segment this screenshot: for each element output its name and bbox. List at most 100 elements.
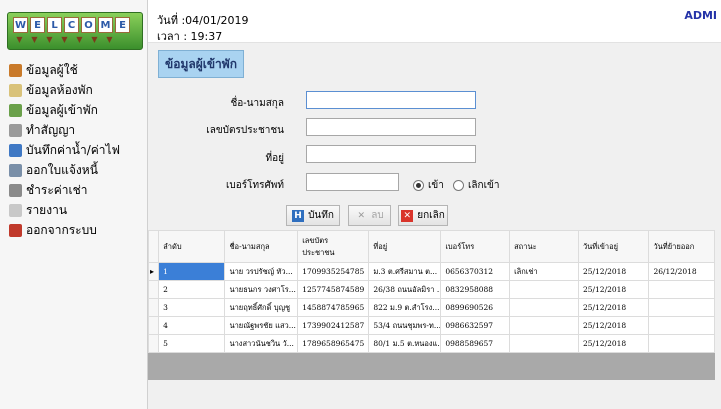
table-cell: 0656370312	[440, 262, 511, 281]
sidebar-item-label: ข้อมูลห้องพัก	[26, 82, 93, 97]
table-cell	[509, 280, 579, 299]
sidebar-item-room[interactable]: ข้อมูลห้องพัก	[9, 80, 120, 100]
table-cell: 0899690526	[440, 298, 511, 317]
report-icon	[9, 203, 22, 217]
logo-letter: W	[13, 17, 28, 33]
guest-icon	[9, 103, 22, 117]
radio-checkin[interactable]: เข้า	[413, 178, 444, 193]
row-header[interactable]	[147, 298, 160, 317]
table-cell: 25/12/2018	[577, 298, 650, 317]
contract-icon	[9, 123, 22, 137]
table-cell: 25/12/2018	[577, 316, 650, 335]
table-cell: นายฤทธิ์ศักดิ์ บุญชู	[224, 298, 299, 317]
table-row[interactable]: 4 นายณัฐพรชัย แสว... 1739902412587 53/4 ถนน…	[147, 316, 715, 335]
logo-letter: M	[98, 17, 113, 33]
sidebar-item-meter[interactable]: บันทึกค่าน้ำ/ค่าไฟ	[9, 140, 120, 160]
sidebar-item-contract[interactable]: ทำสัญญา	[9, 120, 120, 140]
logo-letter: O	[81, 17, 96, 33]
row-header[interactable]	[147, 334, 160, 353]
table-cell: 25/12/2018	[577, 262, 650, 281]
table-cell	[648, 316, 715, 335]
table-cell: 3	[158, 298, 226, 317]
logo-letter: L	[47, 17, 62, 33]
phone-input[interactable]	[306, 173, 399, 191]
table-row[interactable]: 5 นางสาวนันชวิน วั... 1789658965475 80/1 ม.…	[147, 334, 715, 353]
column-header[interactable]: เลขบัตร ประชาชน	[297, 230, 370, 263]
table-cell	[509, 334, 579, 353]
column-header[interactable]: วันที่ย้ายออก	[648, 230, 715, 263]
column-header[interactable]: ลำดับ	[158, 230, 226, 263]
table-cell: 80/1 ม.5 ต.หนองแ...	[368, 334, 442, 353]
sidebar-item-invoice[interactable]: ออกใบแจ้งหนี้	[9, 160, 120, 180]
sidebar-item-label: รายงาน	[26, 202, 68, 217]
idcard-label: เลขบัตรประชาชน	[206, 125, 284, 136]
name-input[interactable]	[306, 91, 476, 109]
radio-checkout-label: เลิกเข้า	[468, 180, 500, 191]
column-header[interactable]: ชื่อ-นามสกุล	[224, 230, 299, 263]
address-label: ที่อยู่	[265, 153, 284, 164]
radio-checkout[interactable]: เลิกเข้า	[453, 178, 499, 193]
logo-foot-decoration: ▼	[16, 35, 23, 44]
table-cell: 0986632597	[440, 316, 511, 335]
sidebar-item-label: ออกจากระบบ	[26, 222, 97, 237]
table-cell: 0832958088	[440, 280, 511, 299]
sidebar-menu: ข้อมูลผู้ใช้ข้อมูลห้องพักข้อมูลผู้เข้าพั…	[9, 60, 120, 240]
sidebar-item-guest[interactable]: ข้อมูลผู้เข้าพัก	[9, 100, 120, 120]
table-row[interactable]: 1นาย วรปรัชญ์ ทัว...1709935254785ม.3 ต.ศ…	[147, 262, 715, 281]
sidebar-item-logout[interactable]: ออกจากระบบ	[9, 220, 120, 240]
page-title: ข้อมูลผู้เข้าพัก	[158, 50, 244, 78]
sidebar-item-label: ข้อมูลผู้เข้าพัก	[26, 102, 98, 117]
sidebar-item-users[interactable]: ข้อมูลผู้ใช้	[9, 60, 120, 80]
row-header[interactable]	[147, 316, 160, 335]
row-header[interactable]	[147, 262, 160, 281]
welcome-logo: WELCOME ▼ ▼ ▼ ▼ ▼ ▼ ▼	[7, 12, 143, 50]
column-header[interactable]: เบอร์โทร	[440, 230, 511, 263]
column-header[interactable]: วันที่เข้าอยู่	[577, 230, 650, 263]
address-input[interactable]	[306, 145, 476, 163]
table-cell: 822 ม.9 ต.สำโรง...	[368, 298, 442, 317]
table-cell: 4	[158, 316, 226, 335]
table-cell	[648, 280, 715, 299]
logo-letter: E	[115, 17, 130, 33]
column-header[interactable]: ที่อยู่	[368, 230, 442, 263]
table-cell: นางสาวนันชวิน วั...	[224, 334, 299, 353]
phone-label: เบอร์โทรศัพท์	[225, 180, 284, 191]
idcard-input[interactable]	[306, 118, 476, 136]
row-header[interactable]	[147, 280, 160, 299]
delete-button-label: ลบ	[371, 210, 384, 221]
row-header-corner	[147, 230, 160, 263]
guest-form-panel: ข้อมูลผู้เข้าพัก ชื่อ-นามสกุล เลขบัตรประ…	[147, 43, 721, 409]
meter-icon	[9, 143, 22, 157]
delete-button[interactable]: ✕ ลบ	[348, 205, 391, 226]
table-row[interactable]: 3 นายฤทธิ์ศักดิ์ บุญชู 1458874785965 822 ม.…	[147, 298, 715, 317]
logout-icon	[9, 223, 22, 237]
table-cell: 1	[158, 262, 226, 281]
sidebar-item-report[interactable]: รายงาน	[9, 200, 120, 220]
sidebar-item-pay[interactable]: ชำระค่าเช่า	[9, 180, 120, 200]
logo-foot-decoration: ▼	[46, 35, 53, 44]
logo-foot-decoration: ▼	[61, 35, 68, 44]
radio-checkin-label: เข้า	[428, 180, 444, 191]
table-cell: นายณัฐพรชัย แสว...	[224, 316, 299, 335]
logo-letter: E	[30, 17, 45, 33]
save-button[interactable]: H บันทึก	[286, 205, 340, 226]
table-cell: 25/12/2018	[577, 334, 650, 353]
table-cell: 1739902412587	[297, 316, 370, 335]
column-header[interactable]: สถานะ	[509, 230, 579, 263]
table-cell: นาย วรปรัชญ์ ทัว...	[224, 262, 299, 281]
table-cell	[509, 298, 579, 317]
pay-icon	[9, 183, 22, 197]
sidebar-item-label: ชำระค่าเช่า	[26, 182, 88, 197]
table-cell: 2	[158, 280, 226, 299]
table-cell: 1789658965475	[297, 334, 370, 353]
table-cell: 53/4 ถนนชุมพร-ท...	[368, 316, 442, 335]
table-row[interactable]: 2 นายธนกร วงศาโร... 1257745874589 26/38 ถนน…	[147, 280, 715, 299]
table-cell: 26/38 ถนนอัลมิรา ...	[368, 280, 442, 299]
user-label: ADMI	[684, 9, 717, 22]
cancel-button[interactable]: ✕ ยกเลิก	[398, 205, 448, 226]
table-cell: 26/12/2018	[648, 262, 715, 281]
room-icon	[9, 83, 22, 97]
table-cell	[648, 298, 715, 317]
cancel-icon: ✕	[401, 209, 414, 222]
table-cell: 1257745874589	[297, 280, 370, 299]
